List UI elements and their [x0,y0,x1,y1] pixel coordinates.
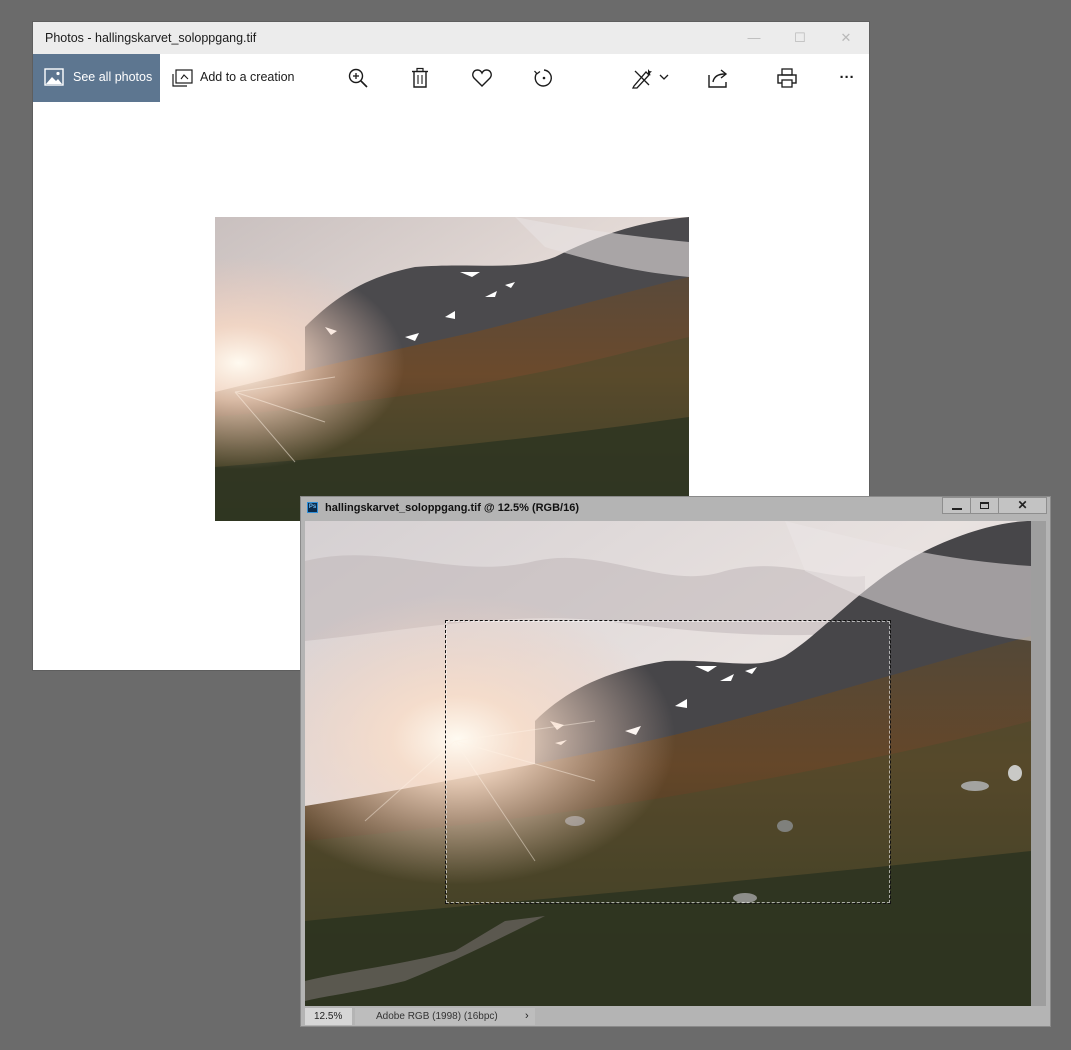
minimize-button[interactable]: — [731,22,777,54]
ps-canvas-area[interactable] [305,521,1046,1006]
see-all-photos-label: See all photos [73,70,153,84]
minimize-icon [952,508,962,510]
rotate-icon [534,69,552,87]
status-menu-arrow-icon[interactable]: › [525,1008,529,1025]
ps-close-button[interactable]: ✕ [998,497,1047,514]
ps-landscape-image[interactable] [305,521,1031,1006]
landscape-photo[interactable] [215,217,689,521]
share-icon [708,69,728,88]
ps-minimize-button[interactable] [942,497,971,514]
photoshop-document-window: Ps hallingskarvet_soloppgang.tif @ 12.5%… [301,497,1050,1026]
zoom-in-icon [348,68,368,88]
see-all-photos-button[interactable]: See all photos [33,54,160,102]
delete-button[interactable] [399,54,439,102]
zoom-level-field[interactable]: 12.5% [305,1008,352,1025]
add-to-creation-label: Add to a creation [200,70,295,84]
chevron-down-icon [659,74,669,80]
ps-vertical-scrollbar[interactable] [1031,521,1046,1006]
close-button[interactable]: ✕ [823,22,869,54]
print-icon [777,68,797,88]
ps-maximize-button[interactable] [970,497,999,514]
creation-icon [172,69,194,92]
photos-toolbar: See all photos Add to a creation ··· [33,54,869,102]
photos-icon [44,68,64,91]
selection-marquee[interactable] [445,620,891,904]
maximize-button[interactable]: ☐ [777,22,823,54]
zoom-button[interactable] [337,54,377,102]
color-profile-info: Adobe RGB (1998) (16bpc) [355,1008,535,1025]
photoshop-logo-icon: Ps [307,502,318,513]
print-button[interactable] [766,54,806,102]
edit-icon [631,69,652,89]
delete-icon [412,67,428,88]
edit-create-button[interactable] [621,54,671,102]
share-button[interactable] [697,54,737,102]
rotate-button[interactable] [523,54,563,102]
ps-titlebar[interactable]: Ps hallingskarvet_soloppgang.tif @ 12.5%… [301,497,1050,519]
document-title: hallingskarvet_soloppgang.tif @ 12.5% (R… [325,502,580,514]
maximize-icon [980,502,989,509]
photos-titlebar[interactable]: Photos - hallingskarvet_soloppgang.tif —… [33,22,869,54]
add-to-creation-button[interactable]: Add to a creation [170,54,295,102]
favorite-button[interactable] [461,54,501,102]
window-title: Photos - hallingskarvet_soloppgang.tif [45,31,257,45]
ps-statusbar: 12.5% Adobe RGB (1998) (16bpc) › [301,1007,1050,1026]
heart-icon [472,69,492,87]
more-button[interactable]: ··· [829,54,865,102]
